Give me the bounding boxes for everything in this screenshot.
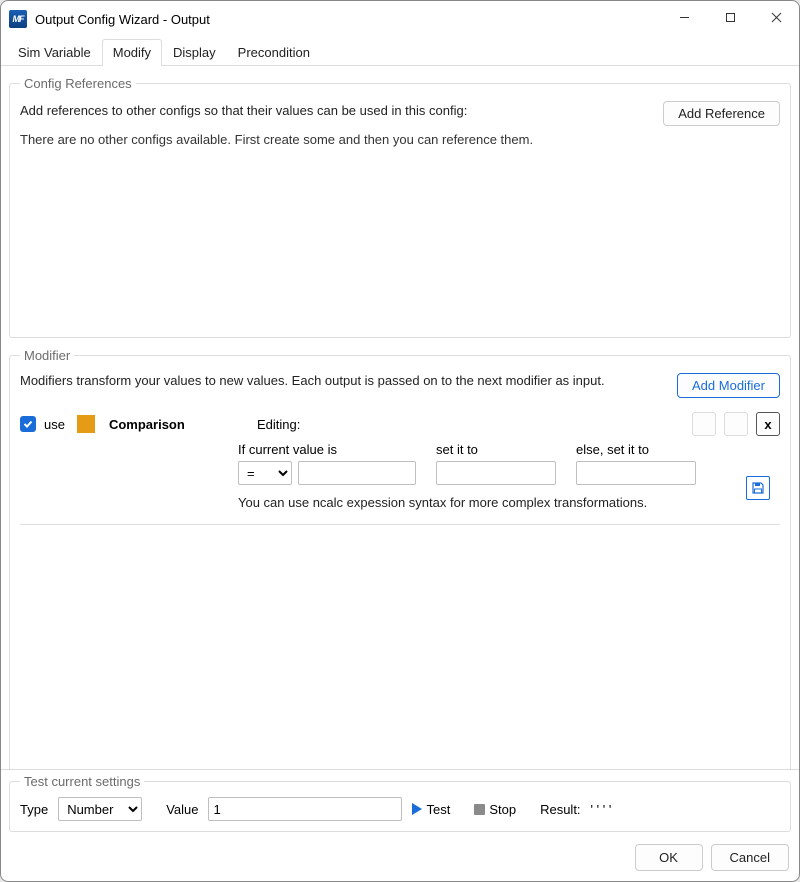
if-label: If current value is <box>238 442 416 457</box>
config-references-desc: Add references to other configs so that … <box>20 103 653 118</box>
test-section: Test current settings Type Number Value … <box>1 769 799 838</box>
modifier-divider <box>20 524 780 525</box>
close-button[interactable] <box>753 1 799 33</box>
modifier-row: use Comparison Editing: x If current va <box>20 412 780 525</box>
tab-display[interactable]: Display <box>162 39 227 66</box>
dialog-footer: OK Cancel <box>1 838 799 881</box>
maximize-button[interactable] <box>707 1 753 33</box>
tab-modify[interactable]: Modify <box>102 39 162 66</box>
modifier-color-swatch[interactable] <box>77 415 95 433</box>
test-value-input[interactable] <box>208 797 402 821</box>
titlebar: MF Output Config Wizard - Output <box>1 1 799 37</box>
minimize-icon <box>679 12 690 23</box>
test-group: Test current settings Type Number Value … <box>9 774 791 832</box>
tab-precondition[interactable]: Precondition <box>227 39 321 66</box>
set-label: set it to <box>436 442 556 457</box>
config-references-group: Config References Add references to othe… <box>9 76 791 338</box>
minimize-button[interactable] <box>661 1 707 33</box>
play-icon <box>412 803 422 815</box>
config-references-legend: Config References <box>20 76 136 91</box>
set-value-input[interactable] <box>436 461 556 485</box>
window-buttons <box>661 1 799 37</box>
use-label: use <box>44 417 65 432</box>
app-icon: MF <box>9 10 27 28</box>
else-label: else, set it to <box>576 442 696 457</box>
window-title: Output Config Wizard - Output <box>35 12 210 27</box>
modifier-name: Comparison <box>109 417 249 432</box>
save-modifier-button[interactable] <box>746 476 770 500</box>
check-icon <box>23 419 33 429</box>
add-reference-button[interactable]: Add Reference <box>663 101 780 126</box>
config-references-empty: There are no other configs available. Fi… <box>20 132 653 147</box>
type-select[interactable]: Number <box>58 797 142 821</box>
ncalc-hint: You can use ncalc expession syntax for m… <box>238 495 780 510</box>
compare-value-input[interactable] <box>298 461 416 485</box>
stop-button[interactable]: Stop <box>474 802 516 817</box>
save-icon <box>751 481 765 495</box>
close-icon <box>771 12 782 23</box>
operator-select[interactable]: = <box>238 461 292 485</box>
modifier-desc: Modifiers transform your values to new v… <box>20 373 667 388</box>
modifier-legend: Modifier <box>20 348 74 363</box>
move-up-button[interactable] <box>692 412 716 436</box>
use-checkbox[interactable] <box>20 416 36 432</box>
tab-sim-variable[interactable]: Sim Variable <box>7 39 102 66</box>
add-modifier-button[interactable]: Add Modifier <box>677 373 780 398</box>
cancel-button[interactable]: Cancel <box>711 844 789 871</box>
remove-modifier-button[interactable]: x <box>756 412 780 436</box>
value-label: Value <box>166 802 198 817</box>
test-button[interactable]: Test <box>412 802 450 817</box>
maximize-icon <box>725 12 736 23</box>
result-label: Result: <box>540 802 580 817</box>
tabstrip: Sim Variable Modify Display Precondition <box>1 37 799 66</box>
else-value-input[interactable] <box>576 461 696 485</box>
type-label: Type <box>20 802 48 817</box>
ok-button[interactable]: OK <box>635 844 703 871</box>
test-legend: Test current settings <box>20 774 144 789</box>
window: MF Output Config Wizard - Output Sim Var… <box>0 0 800 882</box>
stop-icon <box>474 804 485 815</box>
content-area: Config References Add references to othe… <box>1 66 799 769</box>
editing-label: Editing: <box>257 417 300 432</box>
result-value: ' ' ' ' <box>591 802 612 817</box>
modifier-group: Modifier Modifiers transform your values… <box>9 348 791 769</box>
move-down-button[interactable] <box>724 412 748 436</box>
